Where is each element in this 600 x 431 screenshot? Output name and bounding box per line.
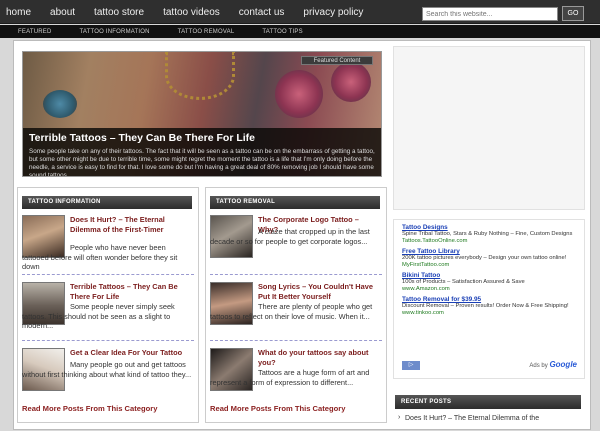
nav-about[interactable]: about (50, 7, 75, 18)
right-sidebar: Tattoo Designs Spine Tribal Tattoo, Star… (391, 46, 587, 431)
post-excerpt: People who have never been tattooed befo… (22, 243, 178, 271)
divider (210, 274, 382, 275)
category-nav-bar: FEATURED TATTOO INFORMATION TATTOO REMOV… (0, 25, 600, 38)
nav-tattoo-store[interactable]: tattoo store (94, 7, 144, 18)
ad-url[interactable]: www.Amazon.com (402, 286, 576, 292)
tattoo-removal-column: TATTOO REMOVAL The Corporate Logo Tattoo… (205, 187, 387, 423)
ad-description: 200K tattoo pictures everybody – Design … (402, 255, 567, 261)
ad-url[interactable]: www.tinkoo.com (402, 310, 576, 316)
post-excerpt: Some people never simply seek tattoos. T… (22, 302, 175, 330)
ad-description: Spine Tribal Tattoo, Stars & Ruby Nothin… (402, 231, 573, 237)
ad-description: Discount Removal – Proven results! Order… (402, 303, 569, 309)
content-area: Featured Content Terrible Tattoos – They… (13, 40, 591, 430)
ad-title[interactable]: Bikini Tattoo (402, 272, 576, 279)
main-nav: home about tattoo store tattoo videos co… (6, 0, 382, 24)
ad-item: Tattoo Removal for $39.95 Discount Remov… (402, 296, 576, 316)
divider (210, 340, 382, 341)
featured-caption: Terrible Tattoos – They Can Be There For… (23, 128, 381, 176)
subnav-featured[interactable]: FEATURED (18, 29, 52, 35)
divider (22, 274, 194, 275)
featured-title[interactable]: Terrible Tattoos – They Can Be There For… (29, 132, 375, 144)
post-excerpt: Many people go out and get tattoos witho… (22, 360, 192, 379)
post-excerpt: There are plenty of people who get tatto… (210, 302, 373, 321)
ad-title[interactable]: Tattoo Removal for $39.95 (402, 296, 576, 303)
ad-block: Tattoo Designs Spine Tribal Tattoo, Star… (393, 219, 585, 379)
rose-graphic (275, 70, 323, 118)
ad-url[interactable]: MyFirstTattoo.com (402, 262, 576, 268)
ads-by-prefix: Ads by (529, 363, 548, 369)
top-nav-bar: home about tattoo store tattoo videos co… (0, 0, 600, 24)
ad-title[interactable]: Tattoo Designs (402, 224, 576, 231)
nav-contact-us[interactable]: contact us (239, 7, 285, 18)
post-title[interactable]: What do your tattoos say about you? (258, 348, 380, 367)
featured-slider[interactable]: Featured Content Terrible Tattoos – They… (22, 51, 382, 177)
ad-item: Tattoo Designs Spine Tribal Tattoo, Star… (402, 224, 576, 244)
recent-posts-widget: RECENT POSTS Does It Hurt? – The Eternal… (395, 395, 581, 431)
rose-graphic (331, 62, 371, 102)
search-go-button[interactable]: GO (562, 6, 584, 21)
subnav-tattoo-tips[interactable]: TATTOO TIPS (262, 29, 302, 35)
nav-privacy-policy[interactable]: privacy policy (303, 7, 363, 18)
subnav-tattoo-information[interactable]: TATTOO INFORMATION (80, 29, 150, 35)
search-input[interactable] (422, 7, 558, 21)
nav-tattoo-videos[interactable]: tattoo videos (163, 7, 220, 18)
featured-text: Some people take on any of their tattoos… (29, 148, 375, 177)
featured-badge: Featured Content (301, 56, 373, 65)
section-header: TATTOO REMOVAL (210, 196, 380, 209)
section-header: RECENT POSTS (395, 395, 581, 409)
ad-item: Free Tattoo Library 200K tattoo pictures… (402, 248, 576, 268)
ads-by-google-label[interactable]: Ads by Google (529, 360, 577, 369)
divider (22, 340, 194, 341)
section-header: TATTOO INFORMATION (22, 196, 192, 209)
google-logo: Google (549, 360, 577, 369)
ad-description: 100s of Products – Satisfaction Assured … (402, 279, 525, 285)
post-title[interactable]: Song Lyrics – You Couldn't Have Put It B… (258, 282, 380, 301)
post-title[interactable]: Get a Clear Idea For Your Tattoo (70, 348, 192, 358)
ad-url[interactable]: Tattoos.TattooOnline.com (402, 238, 576, 244)
post-excerpt: A craze that cropped up in the last deca… (210, 227, 370, 246)
chain-graphic (165, 52, 235, 100)
post-title[interactable]: Terrible Tattoos – They Can Be There For… (70, 282, 192, 301)
ad-banner-placeholder (393, 46, 585, 210)
read-more-link[interactable]: Read More Posts From This Category (210, 404, 345, 413)
tattoo-information-column: TATTOO INFORMATION Does It Hurt? – The E… (17, 187, 199, 423)
ad-item: Bikini Tattoo 100s of Products – Satisfa… (402, 272, 576, 292)
nav-home[interactable]: home (6, 7, 31, 18)
subnav-tattoo-removal[interactable]: TATTOO REMOVAL (178, 29, 235, 35)
recent-post-link[interactable]: Does It Hurt? – The Eternal Dilemma of t… (395, 414, 581, 422)
adchoices-icon[interactable]: ▷ (402, 361, 420, 370)
ad-title[interactable]: Free Tattoo Library (402, 248, 576, 255)
rose-graphic (43, 90, 77, 118)
post-title[interactable]: Does It Hurt? – The Eternal Dilemma of t… (70, 215, 192, 234)
post-excerpt: Tattoos are a huge form of art and repre… (210, 368, 370, 387)
read-more-link[interactable]: Read More Posts From This Category (22, 404, 157, 413)
